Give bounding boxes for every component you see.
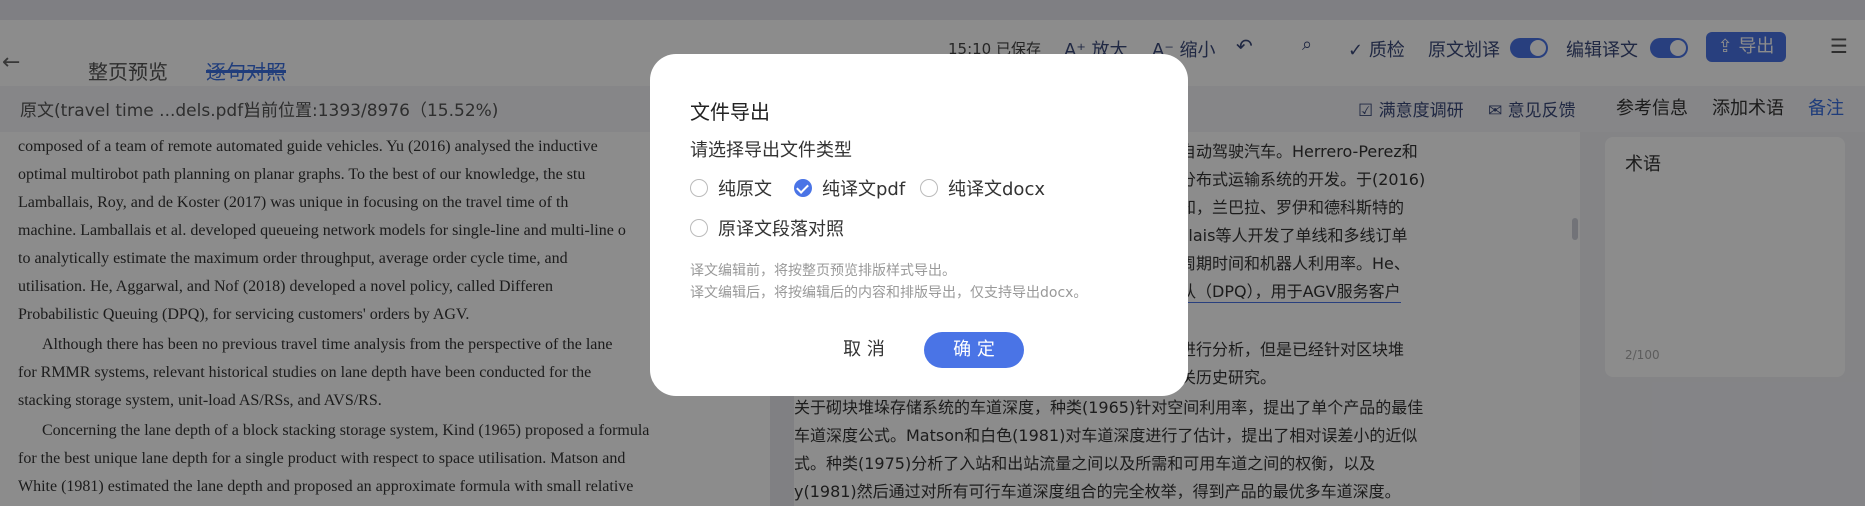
option-label: 纯译文docx: [948, 179, 1045, 200]
cancel-button[interactable]: 取 消: [814, 332, 914, 368]
export-dialog: 文件导出 请选择导出文件类型 纯原文 纯译文pdf 纯译文docx 原译文段落对…: [650, 54, 1188, 396]
option-translation-docx[interactable]: 纯译文docx: [920, 178, 1045, 202]
dialog-title: 文件导出: [690, 100, 770, 124]
radio-icon: [690, 179, 708, 197]
radio-checked-icon: [794, 179, 812, 197]
export-note-after-edit: 译文编辑后，将按编辑后的内容和排版导出，仅支持导出docx。: [690, 285, 1088, 301]
radio-icon: [920, 179, 938, 197]
option-translation-pdf[interactable]: 纯译文pdf: [794, 178, 905, 202]
option-label: 原译文段落对照: [718, 219, 844, 240]
dialog-subtitle: 请选择导出文件类型: [690, 140, 852, 161]
option-label: 纯译文pdf: [822, 179, 906, 200]
option-bilingual-paragraph[interactable]: 原译文段落对照: [690, 218, 844, 242]
confirm-button[interactable]: 确 定: [924, 332, 1024, 368]
option-source-only[interactable]: 纯原文: [690, 178, 772, 202]
export-note-before-edit: 译文编辑前，将按整页预览排版样式导出。: [690, 263, 956, 279]
radio-icon: [690, 219, 708, 237]
option-label: 纯原文: [718, 179, 772, 200]
